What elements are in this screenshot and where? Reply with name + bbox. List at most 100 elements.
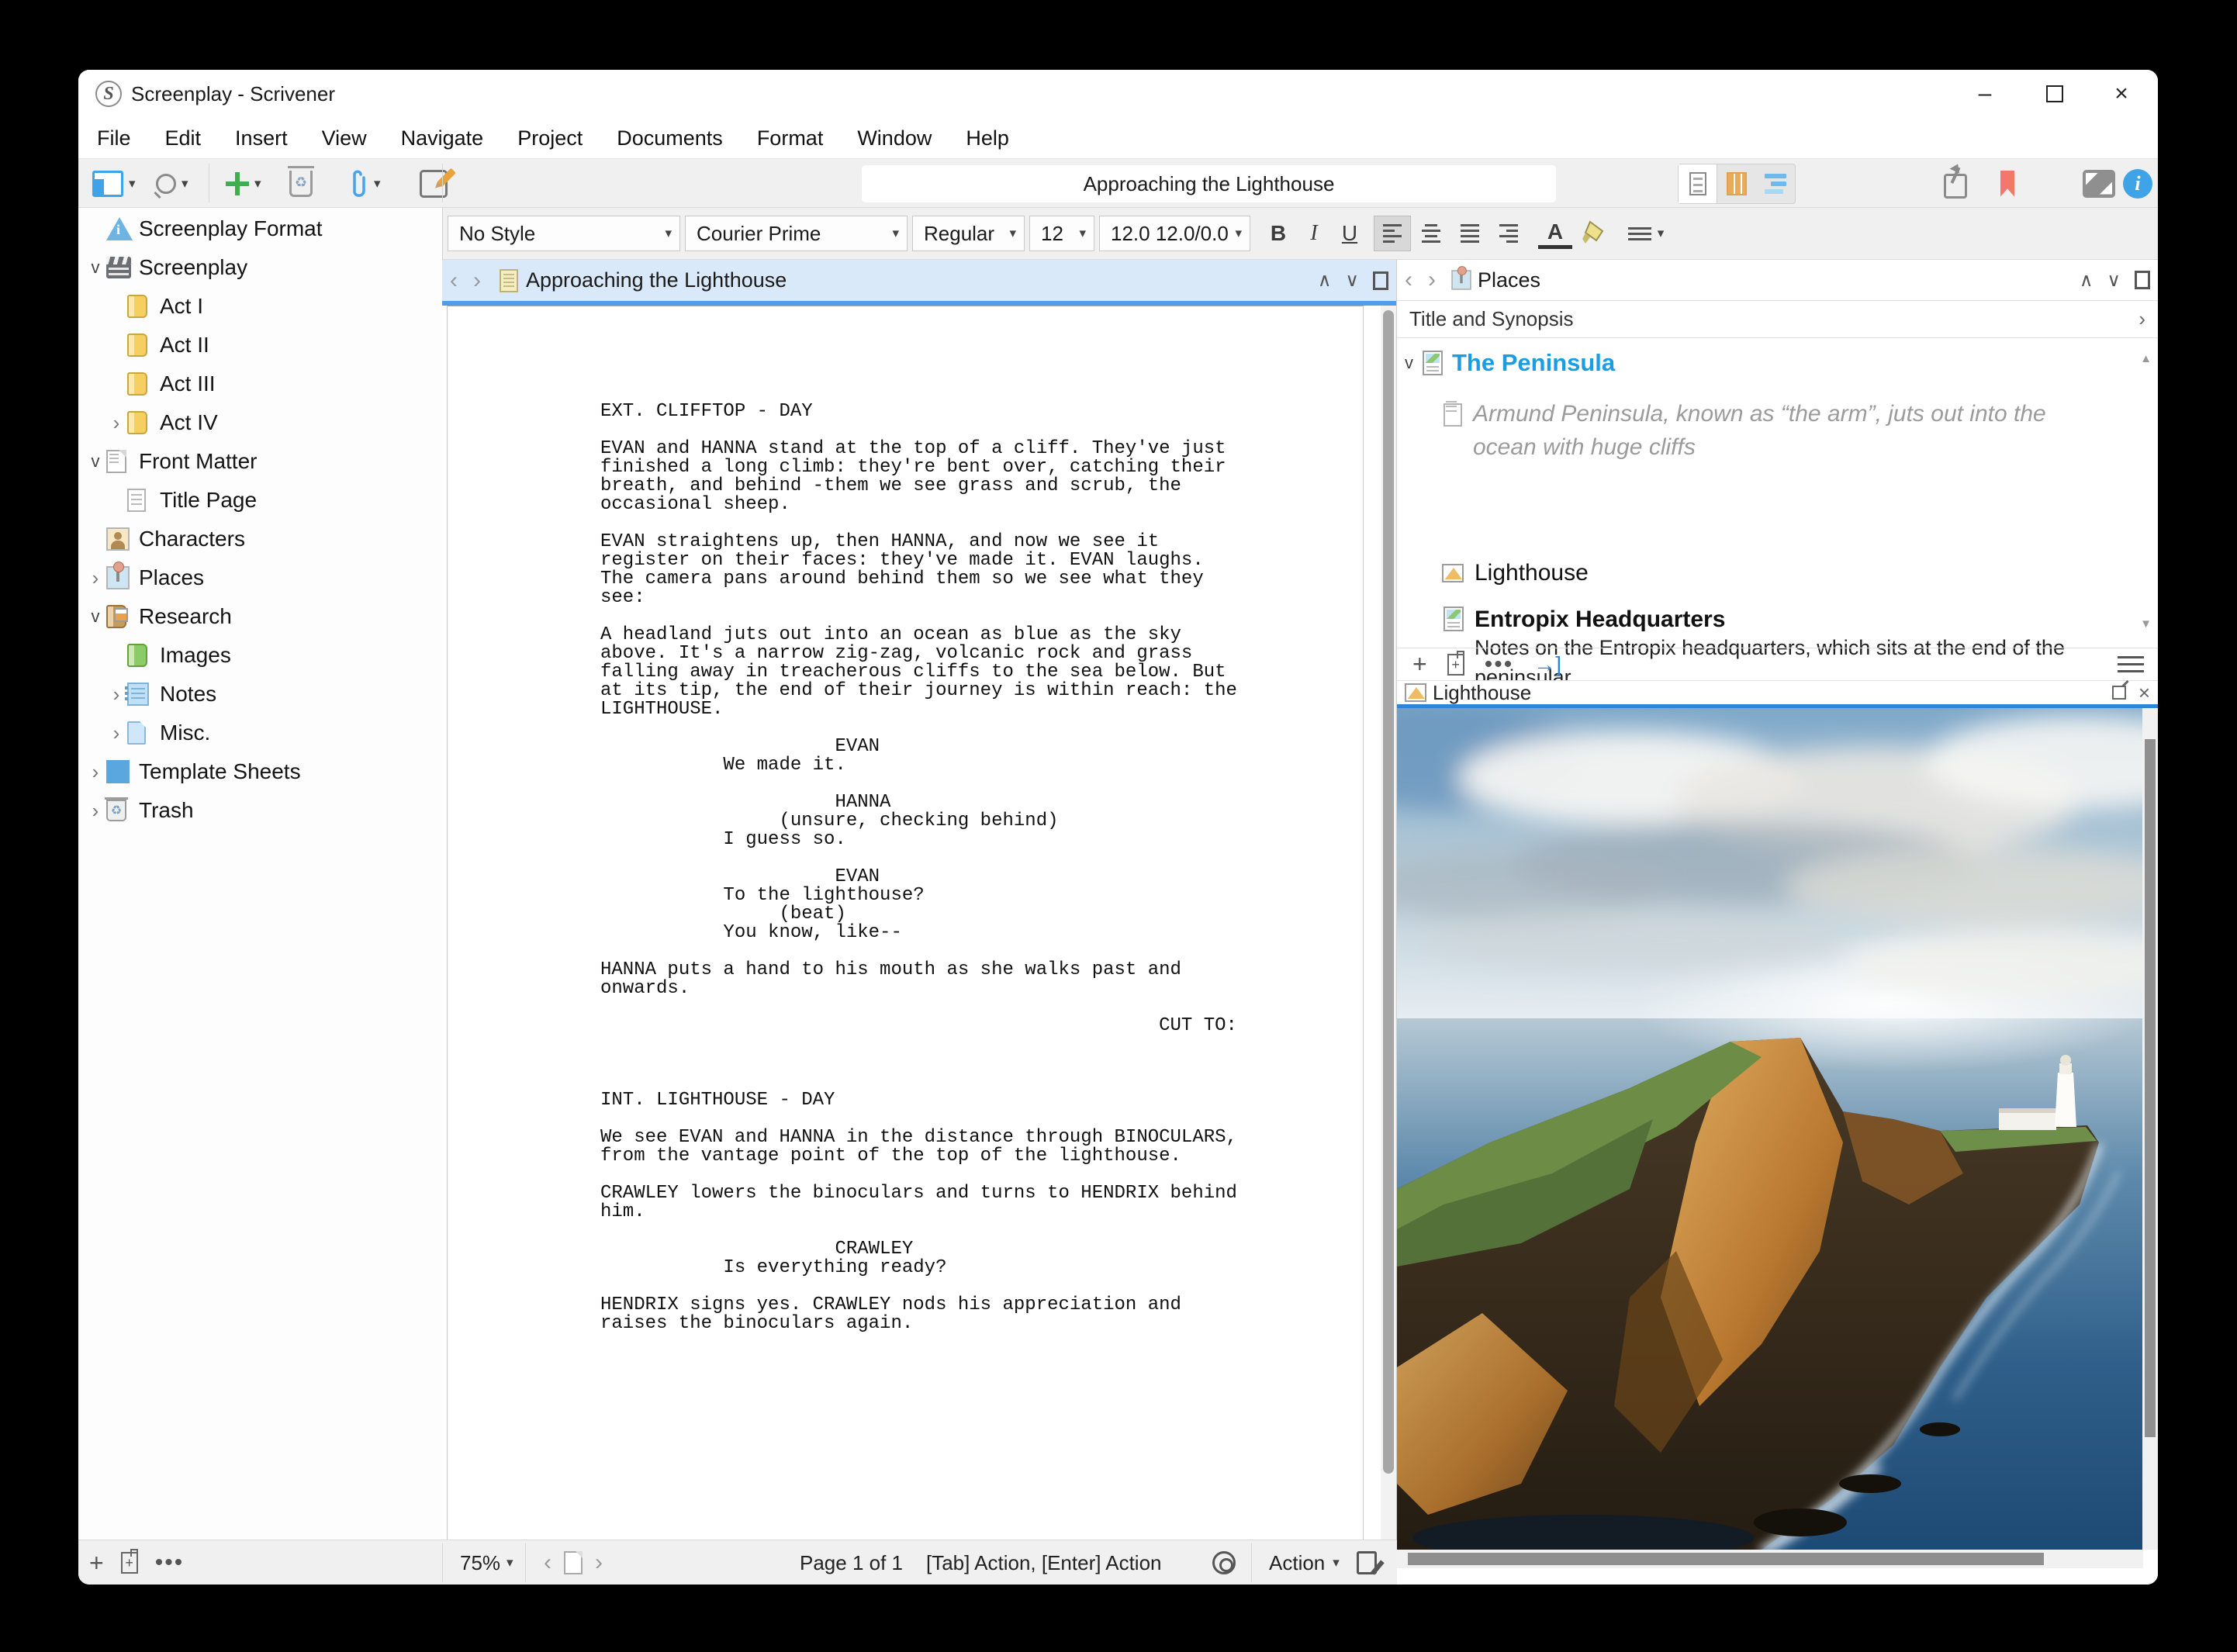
line-spacing-combobox[interactable]: 12.0 12.0/0.0▾ xyxy=(1099,216,1250,251)
import-icon[interactable]: →] xyxy=(1533,652,1561,677)
align-center-button[interactable] xyxy=(1412,216,1450,251)
more-options-icon[interactable]: ••• xyxy=(155,1550,185,1576)
list-view-icon[interactable] xyxy=(2118,656,2144,672)
add-item-button[interactable]: ▾ xyxy=(226,159,261,208)
chevron-down-icon[interactable]: ▾ xyxy=(182,176,188,192)
attach-button[interactable]: ▾ xyxy=(342,159,381,208)
chevron-down-icon[interactable]: v xyxy=(85,257,105,278)
split-editor-icon[interactable] xyxy=(1373,271,1388,290)
binder-item-images[interactable]: Images xyxy=(78,636,442,675)
underline-button[interactable]: U xyxy=(1333,216,1367,251)
open-external-icon[interactable] xyxy=(2112,686,2126,700)
font-combobox[interactable]: Courier Prime▾ xyxy=(685,216,908,251)
binder-item-screenplay[interactable]: vScreenplay xyxy=(78,248,442,287)
binder-item-template-sheets[interactable]: ›Template Sheets xyxy=(78,752,442,791)
typewriter-scroll-button[interactable] xyxy=(1212,1540,1236,1585)
view-document-button[interactable] xyxy=(1679,164,1717,203)
more-options-icon[interactable]: ••• xyxy=(1485,651,1514,678)
add-synopsis-button[interactable]: + xyxy=(1412,650,1427,679)
forward-icon[interactable]: › xyxy=(1420,267,1444,293)
list-item[interactable]: Armund Peninsula, known as “the arm”, ju… xyxy=(1444,397,2070,464)
bookmarks-button[interactable] xyxy=(2000,159,2014,208)
move-to-trash-button[interactable]: ♻ xyxy=(289,159,313,208)
split-editor-icon[interactable] xyxy=(2135,271,2150,289)
chevron-down-icon[interactable]: ▾ xyxy=(129,176,136,192)
binder-item-places[interactable]: ›Places xyxy=(78,558,442,597)
lighthouse-title[interactable]: Lighthouse xyxy=(1475,560,1589,586)
binder-item-research[interactable]: vResearch xyxy=(78,597,442,636)
list-item[interactable]: Lighthouse xyxy=(1442,560,1589,586)
zoom-dropdown[interactable]: 75% ▾ xyxy=(460,1540,513,1585)
add-document-button[interactable]: + xyxy=(89,1549,104,1578)
menu-item-documents[interactable]: Documents xyxy=(617,126,723,150)
previous-page-icon[interactable]: ‹ xyxy=(544,1550,551,1576)
add-folder-icon[interactable]: + xyxy=(121,1552,138,1574)
binder-item-screenplay-format[interactable]: Screenplay Format xyxy=(78,209,442,248)
font-variant-combobox[interactable]: Regular▾ xyxy=(912,216,1025,251)
binder-item-title-page[interactable]: Title Page xyxy=(78,481,442,520)
text-color-button[interactable]: A xyxy=(1538,218,1572,249)
screenplay-page[interactable]: EXT. CLIFFTOP - DAY EVAN and HANNA stand… xyxy=(447,306,1364,1540)
chevron-right-icon[interactable]: › xyxy=(106,683,126,707)
chevron-right-icon[interactable]: › xyxy=(106,721,126,745)
chevron-down-icon[interactable]: v xyxy=(85,607,105,627)
maximize-button[interactable] xyxy=(2037,76,2073,112)
close-button[interactable]: × xyxy=(2104,76,2139,112)
forward-icon[interactable]: › xyxy=(465,268,489,294)
photo-vertical-scrollbar[interactable] xyxy=(2142,708,2158,1550)
photo-hscroll-thumb[interactable] xyxy=(1408,1553,2044,1565)
menu-item-help[interactable]: Help xyxy=(966,126,1009,150)
scriptwriting-toggle-button[interactable] xyxy=(1357,1540,1377,1585)
binder-item-misc-[interactable]: ›Misc. xyxy=(78,714,442,752)
binder-item-notes[interactable]: ›Notes xyxy=(78,675,442,714)
editor-scrollbar[interactable] xyxy=(1381,306,1396,1540)
close-icon[interactable]: × xyxy=(2138,683,2150,703)
chevron-down-icon[interactable]: ▾ xyxy=(254,176,261,192)
photo-horizontal-scrollbar[interactable] xyxy=(1397,1550,2143,1568)
scroll-up-icon[interactable]: ▲ xyxy=(2140,352,2152,365)
menu-item-edit[interactable]: Edit xyxy=(165,126,202,150)
chevron-right-icon[interactable]: › xyxy=(106,411,126,435)
previous-doc-icon[interactable]: ∧ xyxy=(1318,269,1332,292)
justify-button[interactable] xyxy=(1451,216,1488,251)
next-page-icon[interactable]: › xyxy=(595,1550,603,1576)
quick-note-button[interactable] xyxy=(420,159,448,208)
chevron-down-icon[interactable]: v xyxy=(1405,353,1413,373)
lighthouse-photo[interactable] xyxy=(1397,708,2143,1550)
align-left-button[interactable] xyxy=(1374,216,1411,251)
chevron-right-icon[interactable]: › xyxy=(85,760,105,784)
screenplay-text[interactable]: EXT. CLIFFTOP - DAY EVAN and HANNA stand… xyxy=(448,306,1363,1333)
italic-button[interactable]: I xyxy=(1298,216,1329,251)
align-right-button[interactable] xyxy=(1490,216,1527,251)
minimize-button[interactable]: – xyxy=(1967,76,2003,112)
menu-item-window[interactable]: Window xyxy=(857,126,932,150)
inspector-toggle-button[interactable]: i xyxy=(2123,159,2152,208)
entropix-title[interactable]: Entropix Headquarters xyxy=(1475,607,2080,633)
font-size-combobox[interactable]: 12▾ xyxy=(1029,216,1094,251)
script-element-dropdown[interactable]: Action ▾ xyxy=(1269,1540,1340,1585)
previous-doc-icon[interactable]: ∧ xyxy=(2080,269,2094,292)
binder-item-characters[interactable]: Characters xyxy=(78,520,442,558)
chevron-right-icon[interactable]: › xyxy=(85,566,105,590)
editor-scrollbar-thumb[interactable] xyxy=(1383,310,1394,1474)
binder-item-act-iv[interactable]: ›Act IV xyxy=(78,403,442,442)
menu-item-file[interactable]: File xyxy=(97,126,131,150)
peninsula-title[interactable]: The Peninsula xyxy=(1452,349,1615,377)
peninsula-synopsis[interactable]: Armund Peninsula, known as “the arm”, ju… xyxy=(1473,397,2070,464)
chevron-down-icon[interactable]: v xyxy=(85,451,105,472)
highlight-button[interactable] xyxy=(1577,216,1611,251)
binder-item-act-iii[interactable]: Act III xyxy=(78,365,442,403)
photo-vscroll-thumb[interactable] xyxy=(2145,739,2156,1437)
image-pane-header[interactable]: Lighthouse xyxy=(1397,681,2158,704)
list-item[interactable]: v The Peninsula xyxy=(1405,349,1615,377)
menu-item-project[interactable]: Project xyxy=(517,126,583,150)
binder-toggle-button[interactable]: ▾ xyxy=(92,159,136,208)
share-button[interactable] xyxy=(1944,159,1967,208)
title-synopsis-bar[interactable]: Title and Synopsis › xyxy=(1397,301,2158,338)
bold-button[interactable]: B xyxy=(1261,216,1295,251)
list-format-button[interactable]: ▾ xyxy=(1619,216,1673,251)
binder-item-act-ii[interactable]: Act II xyxy=(78,326,442,365)
chevron-right-icon[interactable]: › xyxy=(2138,307,2145,331)
next-doc-icon[interactable]: ∨ xyxy=(2107,269,2121,292)
menu-item-format[interactable]: Format xyxy=(757,126,824,150)
